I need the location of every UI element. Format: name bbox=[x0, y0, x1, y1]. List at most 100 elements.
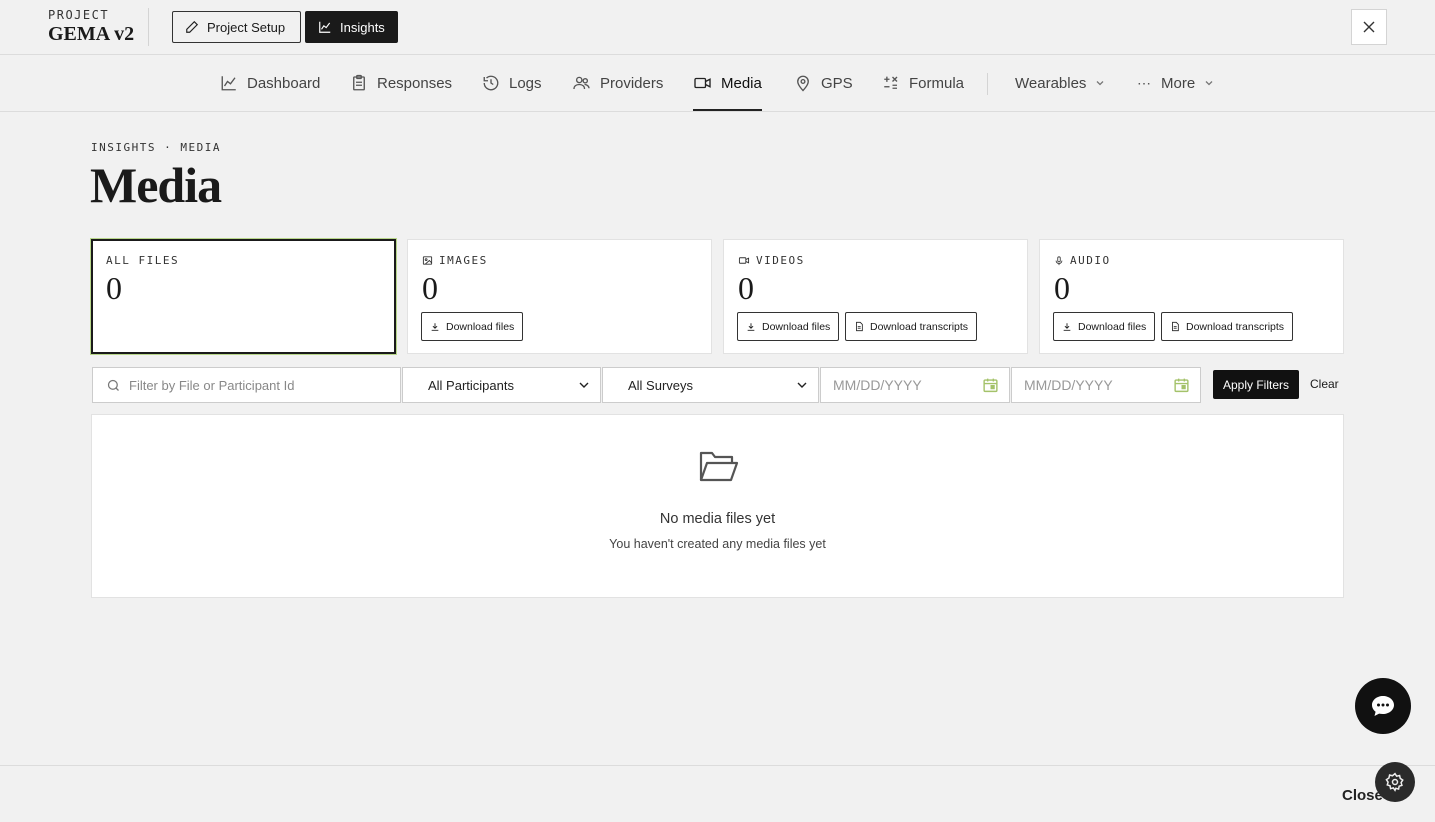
download-icon bbox=[747, 322, 755, 331]
chevron-down-icon bbox=[1205, 81, 1213, 86]
card-all-files-count: 0 bbox=[106, 270, 122, 306]
card-label-text: ALL FILES bbox=[106, 254, 180, 267]
pencil-icon bbox=[186, 20, 199, 33]
audio-download-transcripts-button[interactable]: Download transcripts bbox=[1161, 312, 1294, 341]
start-date-input[interactable]: MM/DD/YYYY bbox=[820, 367, 1010, 403]
chevron-down-icon bbox=[579, 382, 589, 388]
tab-media-label: Media bbox=[721, 74, 762, 92]
tab-providers[interactable]: Providers bbox=[572, 55, 663, 111]
participants-value: All Participants bbox=[428, 377, 514, 393]
download-transcripts-label: Download transcripts bbox=[1186, 320, 1285, 333]
start-date-placeholder: MM/DD/YYYY bbox=[833, 377, 922, 393]
participants-select[interactable]: All Participants bbox=[402, 367, 601, 403]
tab-responses[interactable]: Responses bbox=[350, 55, 452, 111]
tab-responses-label: Responses bbox=[377, 74, 453, 92]
project-setup-label: Project Setup bbox=[207, 19, 286, 35]
card-images-count: 0 bbox=[422, 270, 438, 306]
card-images-label: IMAGES bbox=[422, 254, 488, 267]
download-files-label: Download files bbox=[446, 320, 515, 333]
download-files-label: Download files bbox=[762, 320, 831, 333]
document-icon bbox=[1172, 321, 1179, 332]
footer: Close bbox=[0, 765, 1435, 822]
ellipsis-icon: ⋯ bbox=[1137, 74, 1152, 91]
document-icon bbox=[856, 321, 863, 332]
nav-divider bbox=[987, 73, 988, 95]
card-videos-count: 0 bbox=[738, 270, 754, 306]
empty-subtitle: You haven't created any media files yet bbox=[609, 537, 826, 551]
history-icon bbox=[483, 75, 499, 91]
card-all-files[interactable]: ALL FILES 0 bbox=[91, 239, 396, 354]
card-label-text: AUDIO bbox=[1070, 254, 1111, 267]
video-icon bbox=[738, 257, 750, 264]
card-videos-label: VIDEOS bbox=[738, 254, 805, 267]
card-label-text: VIDEOS bbox=[756, 254, 805, 267]
insights-button[interactable]: Insights bbox=[305, 11, 398, 43]
search-icon bbox=[107, 379, 119, 391]
page-title: Media bbox=[90, 157, 222, 213]
insights-label: Insights bbox=[340, 19, 385, 35]
download-icon bbox=[1063, 322, 1071, 331]
video-icon bbox=[694, 77, 711, 89]
chevron-down-icon bbox=[1096, 81, 1104, 86]
divider bbox=[148, 8, 149, 46]
tab-logs[interactable]: Logs bbox=[482, 55, 542, 111]
project-header: PROJECT GEMA v2 bbox=[48, 8, 134, 46]
tab-wearables-label: Wearables bbox=[1015, 74, 1087, 92]
project-label: PROJECT bbox=[48, 8, 110, 22]
gear-icon bbox=[1385, 772, 1404, 792]
videos-download-transcripts-button[interactable]: Download transcripts bbox=[845, 312, 978, 341]
insights-nav: Dashboard Responses Logs Providers Media… bbox=[0, 55, 1435, 112]
download-files-label: Download files bbox=[1078, 320, 1147, 333]
chat-button[interactable] bbox=[1355, 678, 1411, 734]
tab-gps[interactable]: GPS bbox=[794, 55, 853, 111]
card-audio-label: AUDIO bbox=[1054, 254, 1111, 267]
clear-filters-button[interactable]: Clear bbox=[1310, 377, 1339, 391]
project-setup-button[interactable]: Project Setup bbox=[172, 11, 301, 43]
image-icon bbox=[422, 256, 433, 265]
search-placeholder: Filter by File or Participant Id bbox=[129, 377, 295, 393]
apply-filters-button[interactable]: Apply Filters bbox=[1213, 370, 1299, 399]
videos-download-files-button[interactable]: Download files bbox=[737, 312, 840, 341]
tab-wearables[interactable]: Wearables bbox=[1015, 55, 1105, 111]
chat-bubble-icon bbox=[1372, 696, 1394, 716]
tab-more[interactable]: ⋯ More bbox=[1137, 55, 1214, 111]
download-transcripts-label: Download transcripts bbox=[870, 320, 969, 333]
download-icon bbox=[431, 322, 439, 331]
microphone-icon bbox=[1055, 255, 1063, 265]
surveys-select[interactable]: All Surveys bbox=[602, 367, 819, 403]
search-input[interactable]: Filter by File or Participant Id bbox=[92, 367, 401, 403]
formula-icon bbox=[884, 76, 898, 89]
close-window-button[interactable] bbox=[1351, 9, 1387, 45]
images-download-files-button[interactable]: Download files bbox=[421, 312, 524, 341]
tab-providers-label: Providers bbox=[600, 74, 664, 92]
tab-formula-label: Formula bbox=[909, 74, 965, 92]
surveys-value: All Surveys bbox=[628, 377, 694, 393]
tab-gps-label: GPS bbox=[821, 74, 853, 92]
tab-media[interactable]: Media bbox=[693, 55, 762, 111]
audio-download-files-button[interactable]: Download files bbox=[1053, 312, 1156, 341]
users-icon bbox=[573, 76, 590, 90]
empty-title: No media files yet bbox=[659, 511, 776, 527]
card-audio[interactable]: AUDIO 0 Download files Download transcri… bbox=[1039, 239, 1344, 354]
chart-line-icon bbox=[221, 76, 236, 91]
close-icon bbox=[1363, 21, 1375, 33]
calendar-icon[interactable] bbox=[1173, 376, 1190, 394]
settings-button[interactable] bbox=[1375, 762, 1415, 802]
map-pin-icon bbox=[797, 75, 809, 92]
tab-more-label: More bbox=[1161, 74, 1196, 92]
tab-dashboard-label: Dashboard bbox=[247, 74, 321, 92]
project-name: GEMA v2 bbox=[48, 23, 135, 45]
end-date-placeholder: MM/DD/YYYY bbox=[1024, 377, 1113, 393]
card-videos[interactable]: VIDEOS 0 Download files Download transcr… bbox=[723, 239, 1028, 354]
card-label-text: IMAGES bbox=[439, 254, 488, 267]
breadcrumb: INSIGHTS · MEDIA bbox=[91, 141, 221, 154]
tab-formula[interactable]: Formula bbox=[882, 55, 964, 111]
calendar-icon[interactable] bbox=[982, 376, 999, 394]
media-empty-state: No media files yet You haven't created a… bbox=[91, 414, 1344, 598]
card-images[interactable]: IMAGES 0 Download files bbox=[407, 239, 712, 354]
top-bar: PROJECT GEMA v2 Project Setup Insights bbox=[0, 0, 1435, 55]
tab-dashboard[interactable]: Dashboard bbox=[220, 55, 320, 111]
end-date-input[interactable]: MM/DD/YYYY bbox=[1011, 367, 1201, 403]
card-audio-count: 0 bbox=[1054, 270, 1070, 306]
chart-line-icon bbox=[319, 21, 331, 33]
